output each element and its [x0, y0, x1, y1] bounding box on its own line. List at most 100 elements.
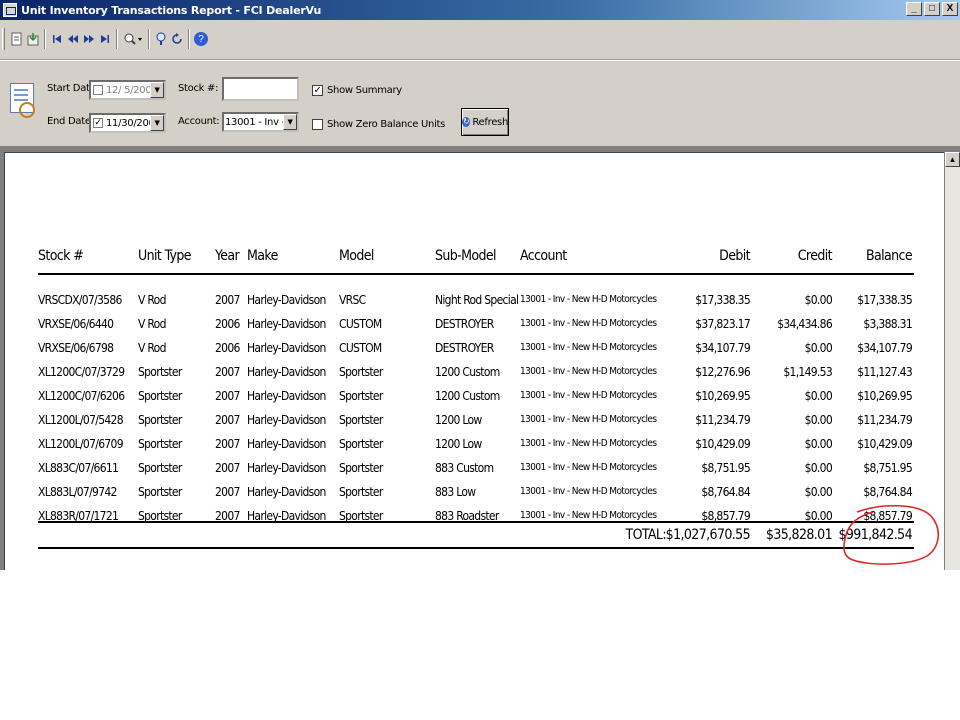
zoom-icon[interactable]	[122, 30, 144, 48]
cell-account: 13001 - Inv - New H-D Motorcycles	[520, 366, 657, 377]
cell-unit-type: Sportster	[138, 437, 182, 451]
cell-debit: $11,234.79	[695, 413, 750, 427]
cell-model: Sportster	[339, 485, 383, 499]
column-header-unit-type: Unit Type	[138, 248, 192, 264]
cell-debit: $10,269.95	[695, 389, 750, 403]
cell-make: Harley-Davidson	[247, 317, 326, 331]
cell-balance: $17,338.35	[857, 293, 912, 307]
cell-debit: $8,764.84	[701, 485, 750, 499]
cell-credit: $0.00	[804, 341, 833, 355]
chevron-down-icon[interactable]: ▼	[150, 115, 164, 131]
chevron-down-icon[interactable]: ▼	[150, 82, 164, 98]
cell-sub-model: DESTROYER	[435, 341, 494, 355]
show-summary-check[interactable]: ✓	[312, 85, 323, 96]
cell-debit: $10,429.09	[695, 437, 750, 451]
account-label: Account:	[178, 116, 220, 127]
cell-make: Harley-Davidson	[247, 293, 326, 307]
app-icon	[3, 3, 17, 17]
column-header-debit: Debit	[719, 248, 750, 264]
end-date-value: 11/30/2006	[106, 117, 150, 129]
chevron-down-icon[interactable]: ▼	[283, 114, 297, 130]
show-summary-checkbox[interactable]: ✓ Show Summary	[312, 85, 402, 96]
cell-account: 13001 - Inv - New H-D Motorcycles	[520, 462, 657, 473]
cell-sub-model: 883 Low	[435, 485, 476, 499]
column-header-year: Year	[215, 248, 240, 264]
cell-unit-type: Sportster	[138, 389, 182, 403]
start-date-picker[interactable]: 12/ 5/2006 ▼	[89, 80, 166, 100]
window-title: Unit Inventory Transactions Report - FCI…	[21, 3, 322, 17]
toolbar-grip[interactable]	[2, 28, 5, 50]
cell-year: 2007	[215, 485, 240, 499]
end-date-label: End Date:	[47, 116, 94, 127]
column-header-stock: Stock #	[38, 248, 84, 264]
column-header-model: Model	[339, 248, 374, 264]
cell-credit: $0.00	[804, 437, 833, 451]
next-page-icon[interactable]	[82, 30, 96, 48]
cell-sub-model: 1200 Low	[435, 413, 482, 427]
end-date-checkbox[interactable]: ✓	[93, 118, 103, 128]
close-button[interactable]: X	[942, 2, 958, 16]
account-select[interactable]: 13001 - Inv - New H ▼	[222, 112, 299, 132]
cell-stock: XL883L/07/9742	[38, 485, 117, 499]
cell-year: 2007	[215, 461, 240, 475]
cell-stock: XL1200C/07/3729	[38, 365, 125, 379]
maximize-button[interactable]: □	[924, 2, 940, 16]
minimize-button[interactable]: _	[906, 2, 922, 16]
cell-credit: $0.00	[804, 293, 833, 307]
blank-area	[0, 570, 960, 720]
cell-unit-type: V Rod	[138, 317, 166, 331]
column-header-sub-model: Sub-Model	[435, 248, 497, 264]
open-report-icon[interactable]	[10, 30, 24, 48]
first-page-icon[interactable]	[50, 30, 64, 48]
cell-stock: VRXSE/06/6440	[38, 317, 114, 331]
filter-panel: Start Date: 12/ 5/2006 ▼ End Date: ✓ 11/…	[0, 61, 960, 147]
cell-stock: VRSCDX/07/3586	[38, 293, 122, 307]
toolbar-separator	[116, 29, 118, 49]
cell-unit-type: Sportster	[138, 485, 182, 499]
column-header-make: Make	[247, 248, 278, 264]
cell-make: Harley-Davidson	[247, 413, 326, 427]
cell-make: Harley-Davidson	[247, 485, 326, 499]
total-credit: $35,828.01	[765, 527, 833, 543]
vertical-scrollbar[interactable]: ▲	[945, 152, 960, 570]
refresh-report-icon[interactable]	[170, 30, 184, 48]
cell-balance: $3,388.31	[863, 317, 912, 331]
show-summary-label: Show Summary	[327, 85, 402, 96]
total-debit: $1,027,670.55	[665, 527, 751, 543]
cell-year: 2007	[215, 293, 240, 307]
search-icon[interactable]	[154, 30, 168, 48]
cell-sub-model: Night Rod Special	[435, 293, 519, 307]
help-icon[interactable]: ?	[194, 32, 208, 46]
start-date-checkbox[interactable]	[93, 85, 103, 95]
cell-model: Sportster	[339, 389, 383, 403]
cell-debit: $34,107.79	[695, 341, 750, 355]
cell-make: Harley-Davidson	[247, 461, 326, 475]
window-title-bar: Unit Inventory Transactions Report - FCI…	[0, 0, 960, 20]
cell-sub-model: DESTROYER	[435, 317, 494, 331]
stock-input[interactable]	[222, 77, 299, 101]
cell-sub-model: 883 Custom	[435, 461, 494, 475]
cell-model: CUSTOM	[339, 317, 382, 331]
toolbar-separator	[188, 29, 190, 49]
column-header-account: Account	[520, 248, 567, 264]
report-icon	[10, 83, 35, 118]
show-zero-balance-check[interactable]	[312, 119, 323, 130]
cell-sub-model: 1200 Low	[435, 437, 482, 451]
scroll-up-arrow[interactable]: ▲	[945, 152, 960, 167]
end-date-picker[interactable]: ✓ 11/30/2006 ▼	[89, 113, 166, 133]
cell-credit: $0.00	[804, 413, 833, 427]
cell-credit: $1,149.53	[783, 365, 832, 379]
last-page-icon[interactable]	[98, 30, 112, 48]
cell-stock: XL1200L/07/6709	[38, 437, 124, 451]
show-zero-balance-checkbox[interactable]: Show Zero Balance Units	[312, 119, 445, 130]
start-date-value: 12/ 5/2006	[106, 84, 150, 96]
red-circle-annotation	[843, 505, 939, 565]
refresh-button[interactable]: ↻ Refresh	[461, 108, 509, 136]
cell-debit: $12,276.96	[695, 365, 750, 379]
account-value: 13001 - Inv - New H	[225, 116, 283, 128]
export-icon[interactable]	[26, 30, 40, 48]
total-label: TOTAL:	[625, 527, 667, 543]
previous-page-icon[interactable]	[66, 30, 80, 48]
refresh-icon: ↻	[462, 117, 471, 127]
cell-account: 13001 - Inv - New H-D Motorcycles	[520, 342, 657, 353]
